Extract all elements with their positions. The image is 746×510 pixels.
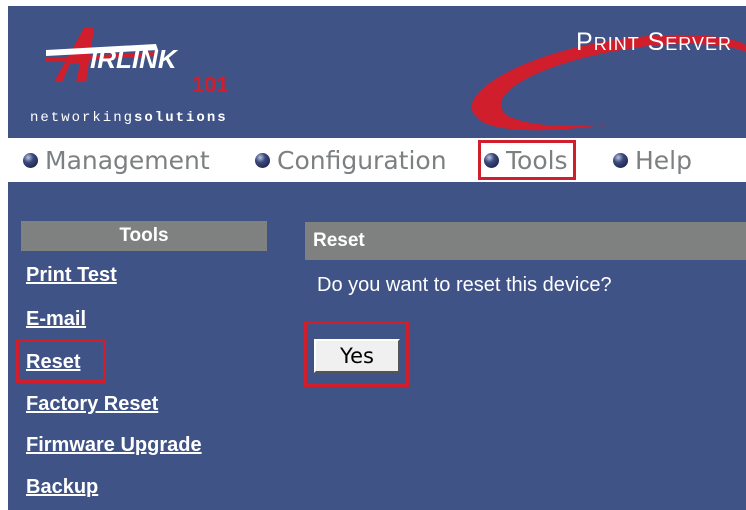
nav-management[interactable]: Management bbox=[23, 138, 210, 182]
header: IRLINK 101 Print Server networkingsoluti… bbox=[8, 6, 746, 138]
nav-configuration[interactable]: Configuration bbox=[255, 138, 447, 182]
tagline: networkingsolutions bbox=[30, 110, 228, 126]
nav-management-label: Management bbox=[45, 145, 210, 175]
tagline-light: networking bbox=[30, 110, 135, 126]
sidebar-link-firmware-upgrade[interactable]: Firmware Upgrade bbox=[26, 434, 202, 457]
nav-help-label: Help bbox=[635, 145, 692, 175]
airlink-logo: IRLINK 101 bbox=[46, 28, 229, 97]
sidebar-link-factory-reset[interactable]: Factory Reset bbox=[26, 393, 158, 416]
bullet-icon bbox=[255, 152, 270, 168]
sidebar-link-backup[interactable]: Backup bbox=[26, 476, 98, 499]
nav-configuration-label: Configuration bbox=[277, 145, 447, 175]
sidebar-link-email[interactable]: E-mail bbox=[26, 308, 86, 331]
sidebar-link-print-test[interactable]: Print Test bbox=[26, 264, 117, 287]
highlight-box-tools bbox=[478, 140, 576, 180]
bullet-icon bbox=[613, 152, 628, 168]
logo-wordmark: IRLINK bbox=[90, 44, 179, 74]
page-frame: IRLINK 101 Print Server networkingsoluti… bbox=[8, 6, 746, 510]
sidebar-header: Tools bbox=[21, 221, 267, 251]
top-nav: Management Configuration Tools Help bbox=[8, 138, 746, 182]
logo-number: 101 bbox=[192, 72, 229, 97]
tagline-bold: solutions bbox=[134, 110, 228, 126]
reset-prompt: Do you want to reset this device? bbox=[317, 274, 612, 296]
nav-help[interactable]: Help bbox=[613, 138, 692, 182]
highlight-box-reset-link bbox=[16, 339, 106, 383]
main-header: Reset bbox=[305, 222, 746, 260]
highlight-box-yes-button bbox=[304, 321, 409, 387]
product-title: Print Server bbox=[576, 28, 732, 56]
bullet-icon bbox=[23, 152, 38, 168]
